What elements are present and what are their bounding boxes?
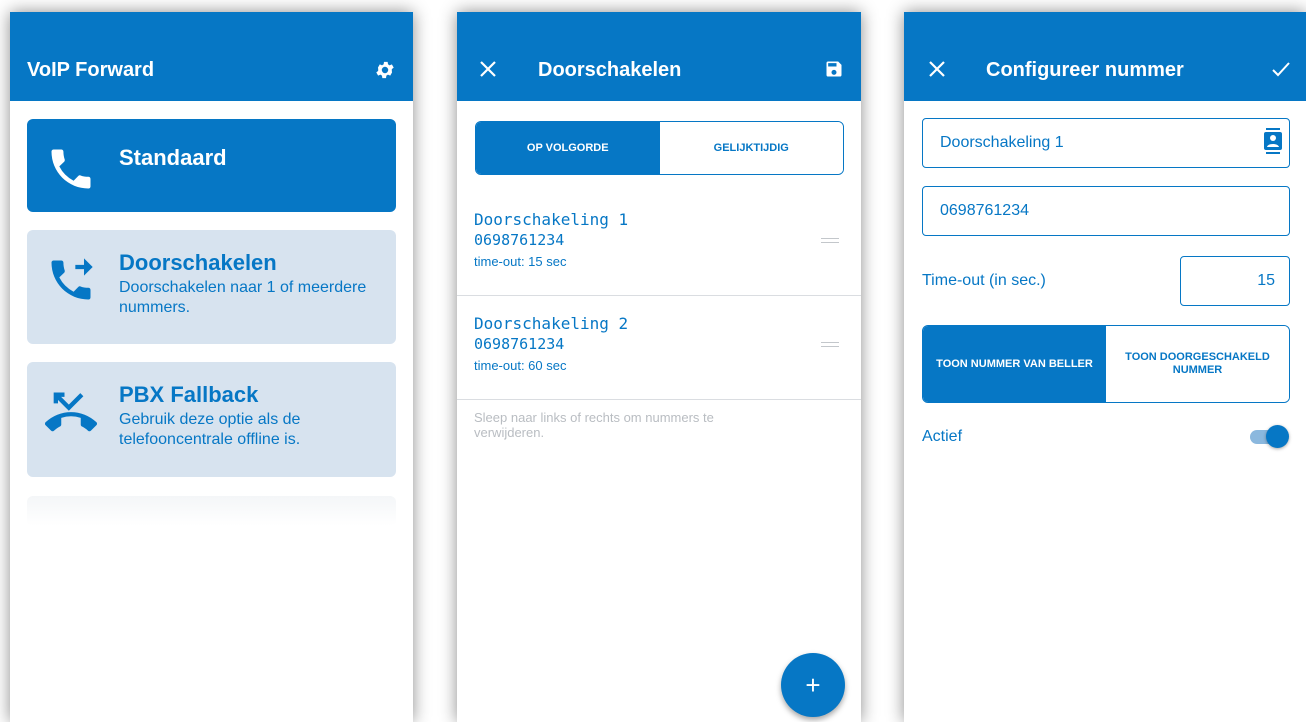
timeout-field[interactable] bbox=[1180, 256, 1290, 306]
check-icon[interactable] bbox=[1270, 58, 1292, 80]
name-field[interactable] bbox=[922, 118, 1290, 168]
mode-card-doorschakelen[interactable]: Doorschakelen Doorschakelen naar 1 of me… bbox=[27, 230, 396, 344]
screen-title: Configureer nummer bbox=[986, 59, 1184, 81]
caller-id-segmented-control: TOON NUMMER VAN BELLER TOON DOORGESCHAKE… bbox=[922, 325, 1290, 403]
card-placeholder bbox=[27, 496, 396, 526]
segment-gelijktijdig[interactable]: GELIJKTIJDIG bbox=[659, 122, 843, 174]
forward-name: Doorschakeling 2 bbox=[474, 314, 629, 333]
contact-book-icon[interactable] bbox=[1264, 128, 1282, 154]
segment-op-volgorde[interactable]: OP VOLGORDE bbox=[476, 122, 660, 174]
forward-name: Doorschakeling 1 bbox=[474, 210, 629, 229]
forward-number: 0698761234 bbox=[474, 335, 565, 353]
app-bar: Doorschakelen bbox=[457, 12, 861, 101]
drag-handle-icon[interactable] bbox=[821, 238, 839, 244]
card-description: Gebruik deze optie als de telefooncentra… bbox=[119, 411, 301, 448]
close-icon[interactable] bbox=[477, 58, 499, 80]
close-icon[interactable] bbox=[926, 58, 948, 80]
order-segmented-control: OP VOLGORDE GELIJKTIJDIG bbox=[475, 121, 844, 175]
mode-card-standaard[interactable]: Standaard bbox=[27, 119, 396, 212]
screen-home: VoIP Forward Standaard Doorschakelen Doo… bbox=[10, 12, 413, 722]
phone-missed-icon bbox=[45, 386, 105, 446]
list-item[interactable]: Doorschakeling 2 0698761234 time-out: 60… bbox=[457, 296, 861, 400]
forward-timeout: time-out: 60 sec bbox=[474, 358, 567, 373]
forward-timeout: time-out: 15 sec bbox=[474, 254, 567, 269]
app-bar: Configureer nummer bbox=[904, 12, 1306, 101]
forward-number: 0698761234 bbox=[474, 231, 565, 249]
number-field[interactable] bbox=[922, 186, 1290, 236]
card-description: Doorschakelen naar 1 of meerdere nummers… bbox=[119, 279, 367, 316]
save-icon[interactable] bbox=[823, 58, 845, 80]
drag-handle-icon[interactable] bbox=[821, 342, 839, 348]
screen-configureer-nummer: Configureer nummer Time-out (in sec.) TO… bbox=[904, 12, 1306, 722]
phone-icon bbox=[45, 143, 105, 203]
app-title: VoIP Forward bbox=[27, 59, 155, 81]
timeout-label: Time-out (in sec.) bbox=[922, 272, 1046, 289]
card-title: Doorschakelen bbox=[119, 250, 277, 275]
card-title: Standaard bbox=[119, 145, 227, 170]
toggle-thumb bbox=[1266, 425, 1289, 448]
mode-card-pbx-fallback[interactable]: PBX Fallback Gebruik deze optie als de t… bbox=[27, 362, 396, 477]
active-toggle[interactable] bbox=[1250, 425, 1289, 448]
active-label: Actief bbox=[922, 428, 963, 445]
segment-toon-doorgeschakeld-nummer[interactable]: TOON DOORGESCHAKELD NUMMER bbox=[1106, 326, 1289, 402]
screen-doorschakelen: Doorschakelen OP VOLGORDE GELIJKTIJDIG D… bbox=[457, 12, 861, 722]
app-bar: VoIP Forward bbox=[10, 12, 413, 101]
swipe-hint: Sleep naar links of rechts om nummers te… bbox=[474, 410, 714, 440]
segment-toon-nummer-van-beller[interactable]: TOON NUMMER VAN BELLER bbox=[923, 326, 1106, 402]
list-item[interactable]: Doorschakeling 1 0698761234 time-out: 15… bbox=[457, 192, 861, 296]
card-title: PBX Fallback bbox=[119, 382, 259, 407]
gear-icon[interactable] bbox=[373, 58, 397, 82]
add-number-button[interactable]: + bbox=[781, 653, 845, 717]
screen-title: Doorschakelen bbox=[538, 59, 682, 81]
phone-forward-icon bbox=[45, 254, 105, 314]
